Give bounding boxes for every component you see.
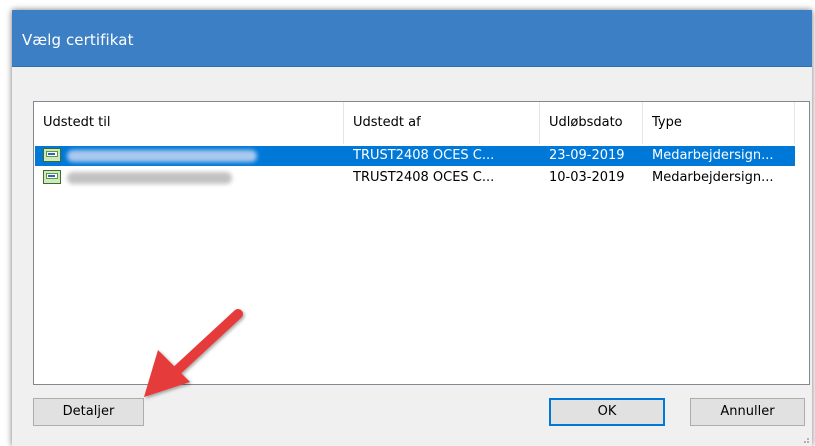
- certificate-list[interactable]: Udstedt til Udstedt af Udløbsdato Type T…: [33, 101, 810, 385]
- column-header-expiry-date[interactable]: Udløbsdato: [540, 102, 643, 144]
- details-button[interactable]: Detaljer: [33, 398, 144, 426]
- title-bar[interactable]: Vælg certifikat: [12, 10, 812, 67]
- cell-type: Medarbejdersign...: [652, 148, 774, 163]
- ok-button[interactable]: OK: [549, 398, 665, 426]
- certificate-icon: [43, 148, 61, 162]
- column-header-issued-by[interactable]: Udstedt af: [344, 102, 540, 144]
- resize-grip-icon[interactable]: [800, 434, 810, 444]
- cell-issued-to: [43, 168, 343, 188]
- cell-issued-by: TRUST2408 OCES C...: [353, 148, 495, 163]
- list-header: Udstedt til Udstedt af Udløbsdato Type: [34, 102, 809, 144]
- redacted-name: [67, 150, 257, 162]
- cancel-button[interactable]: Annuller: [690, 398, 805, 426]
- dialog-title: Vælg certifikat: [22, 31, 134, 49]
- certificate-dialog: Vælg certifikat Udstedt til Udstedt af U…: [12, 10, 812, 446]
- cell-expiry-date: 10-03-2019: [549, 170, 625, 185]
- list-row-certificate-1[interactable]: TRUST2408 OCES C... 23-09-2019 Medarbejd…: [35, 146, 795, 166]
- certificate-icon: [43, 170, 61, 184]
- cell-issued-to: [43, 146, 343, 166]
- list-row-certificate-2[interactable]: TRUST2408 OCES C... 10-03-2019 Medarbejd…: [35, 168, 795, 188]
- cell-type: Medarbejdersign...: [652, 170, 774, 185]
- column-header-issued-to[interactable]: Udstedt til: [34, 102, 344, 144]
- column-header-type[interactable]: Type: [643, 102, 795, 144]
- redacted-name: [67, 172, 232, 184]
- cell-issued-by: TRUST2408 OCES C...: [353, 170, 495, 185]
- cell-expiry-date: 23-09-2019: [549, 148, 625, 163]
